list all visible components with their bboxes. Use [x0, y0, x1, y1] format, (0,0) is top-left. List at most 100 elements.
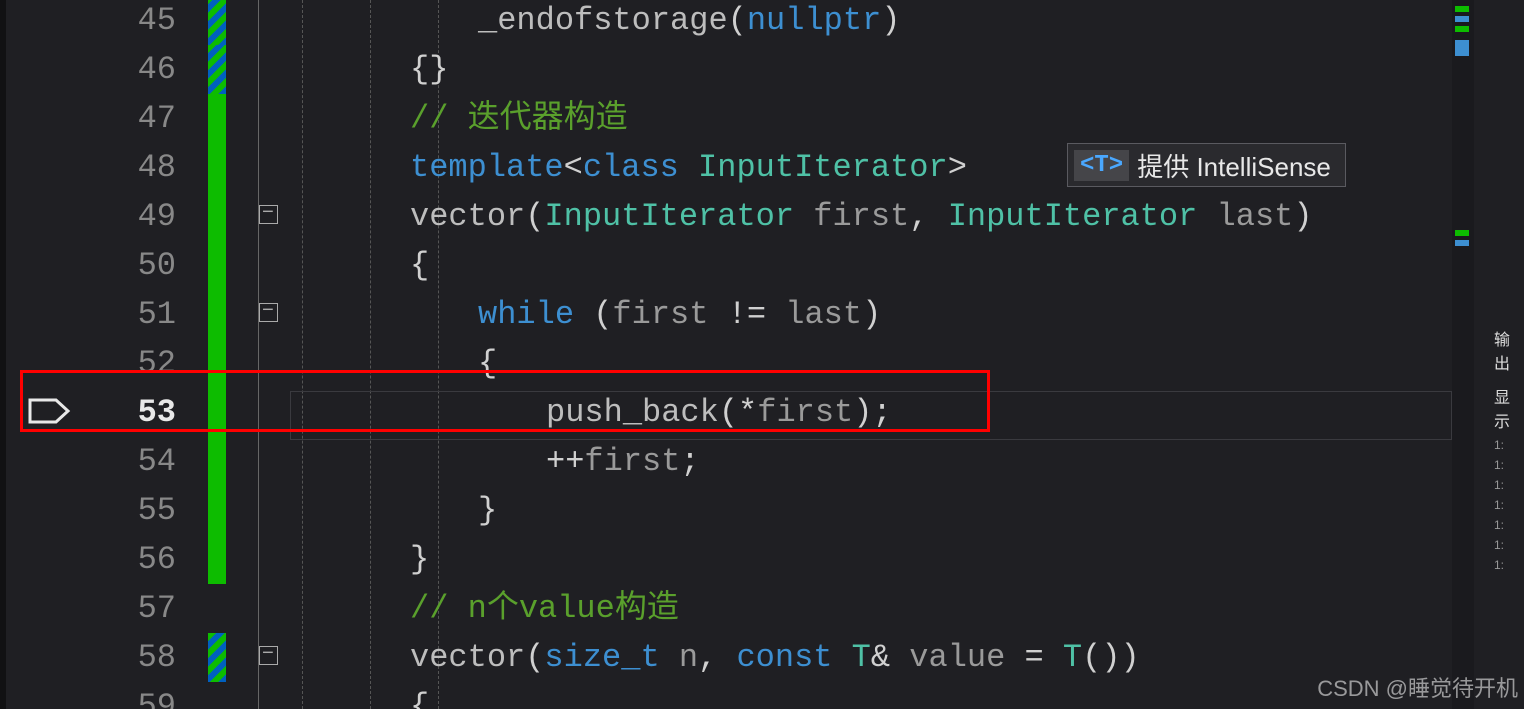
ruler-tick: 1: — [1494, 498, 1524, 512]
code-line[interactable]: 52 { — [0, 339, 1470, 388]
code-text[interactable]: {} — [200, 45, 1470, 94]
token: size_t — [544, 639, 659, 676]
token: ) — [881, 2, 900, 39]
code-line[interactable]: 51−while (first != last) — [0, 290, 1470, 339]
token — [832, 639, 851, 676]
gutter[interactable]: 48 — [0, 143, 200, 192]
code-line[interactable]: 58−vector(size_t n, const T& value = T()… — [0, 633, 1470, 682]
token: ( — [525, 198, 544, 235]
line-number: 52 — [138, 339, 176, 388]
gutter[interactable]: 47 — [0, 94, 200, 143]
token: const — [736, 639, 832, 676]
overview-ruler[interactable] — [1452, 0, 1474, 709]
token: InputIterator — [544, 198, 794, 235]
right-panel-label[interactable]: 输出 — [1494, 326, 1524, 374]
line-number: 48 — [138, 143, 176, 192]
line-number: 45 — [138, 0, 176, 45]
gutter[interactable]: 45 — [0, 0, 200, 45]
gutter[interactable]: 56 — [0, 535, 200, 584]
intellisense-label: 提供 IntelliSense — [1137, 147, 1345, 184]
token: InputIterator — [698, 149, 948, 186]
code-text[interactable]: { — [200, 241, 1470, 290]
token: & — [871, 639, 909, 676]
gutter[interactable]: 58 — [0, 633, 200, 682]
line-number: 54 — [138, 437, 176, 486]
gutter[interactable]: 51 — [0, 290, 200, 339]
token: class — [583, 149, 679, 186]
code-line[interactable]: 49−vector(InputIterator first, InputIter… — [0, 192, 1470, 241]
right-panel-label[interactable]: 显示 — [1494, 384, 1524, 432]
code-text[interactable]: vector(InputIterator first, InputIterato… — [200, 192, 1470, 241]
ruler-tick: 1: — [1494, 438, 1524, 452]
type-chip: <T> — [1074, 150, 1129, 181]
code-line[interactable]: 56} — [0, 535, 1470, 584]
token: {} — [410, 51, 448, 88]
code-text[interactable]: // 迭代器构造 — [200, 94, 1470, 143]
ruler-tick: 1: — [1494, 478, 1524, 492]
gutter[interactable]: 54 — [0, 437, 200, 486]
gutter[interactable]: 57 — [0, 584, 200, 633]
code-line[interactable]: 50{ — [0, 241, 1470, 290]
gutter[interactable]: 52 — [0, 339, 200, 388]
line-number: 57 — [138, 584, 176, 633]
gutter[interactable]: 53 — [0, 388, 200, 437]
gutter[interactable]: 46 — [0, 45, 200, 94]
token: ++ — [546, 443, 584, 480]
code-line[interactable]: 59{ — [0, 682, 1470, 709]
token: first — [584, 443, 680, 480]
code-text[interactable]: while (first != last) — [200, 290, 1470, 339]
code-text[interactable]: } — [200, 535, 1470, 584]
gutter[interactable]: 59 — [0, 682, 200, 709]
token: first — [612, 296, 708, 333]
ruler-tick: 1: — [1494, 518, 1524, 532]
breakpoint-pointer-icon[interactable] — [28, 396, 72, 426]
right-panel[interactable]: 输出 显示 1: 1: 1: 1: 1: 1: 1: — [1494, 326, 1524, 572]
line-number: 55 — [138, 486, 176, 535]
token: (* — [719, 394, 757, 431]
code-text[interactable]: push_back(*first); — [200, 388, 1470, 437]
code-line[interactable]: 47 // 迭代器构造 — [0, 94, 1470, 143]
code-line[interactable]: 46 {} — [0, 45, 1470, 94]
code-text[interactable]: vector(size_t n, const T& value = T()) — [200, 633, 1470, 682]
code-editor[interactable]: 45 _endofstorage(nullptr)46 {} 47 // 迭代器构造 48… — [0, 0, 1524, 709]
code-line[interactable]: 53push_back(*first); — [0, 388, 1470, 437]
token: push_back — [546, 394, 719, 431]
code-line[interactable]: 54 ++first; — [0, 437, 1470, 486]
gutter[interactable]: 55 — [0, 486, 200, 535]
watermark: CSDN @睡觉待开机 — [1317, 671, 1518, 703]
token — [794, 198, 813, 235]
gutter[interactable]: 49 — [0, 192, 200, 241]
gutter[interactable]: 50 — [0, 241, 200, 290]
token: ) — [1293, 198, 1312, 235]
code-text[interactable]: _endofstorage(nullptr) — [200, 0, 1470, 45]
code-line[interactable]: 45 _endofstorage(nullptr) — [0, 0, 1470, 45]
code-text[interactable]: } — [200, 486, 1470, 535]
token: > — [948, 149, 967, 186]
code-line[interactable]: 55} — [0, 486, 1470, 535]
token: T — [1063, 639, 1082, 676]
token: , — [698, 639, 736, 676]
token: last — [785, 296, 862, 333]
token: _endofstorage — [478, 2, 728, 39]
code-text[interactable]: ++first; — [200, 437, 1470, 486]
intellisense-hint[interactable]: <T> 提供 IntelliSense — [1067, 143, 1346, 187]
token: ; — [680, 443, 699, 480]
line-number: 51 — [138, 290, 176, 339]
token: value — [909, 639, 1005, 676]
token: T — [852, 639, 871, 676]
code-line[interactable]: 57 // n个value构造 — [0, 584, 1470, 633]
token: ); — [853, 394, 891, 431]
token: ()) — [1082, 639, 1140, 676]
token — [679, 149, 698, 186]
token: first — [813, 198, 909, 235]
code-text[interactable]: { — [200, 339, 1470, 388]
token: ) — [862, 296, 881, 333]
token: last — [1217, 198, 1294, 235]
code-text[interactable]: { — [200, 682, 1470, 709]
token — [660, 639, 679, 676]
token: n — [679, 639, 698, 676]
line-number: 47 — [138, 94, 176, 143]
code-text[interactable]: // n个value构造 — [200, 584, 1470, 633]
token: InputIterator — [948, 198, 1198, 235]
line-number: 58 — [138, 633, 176, 682]
